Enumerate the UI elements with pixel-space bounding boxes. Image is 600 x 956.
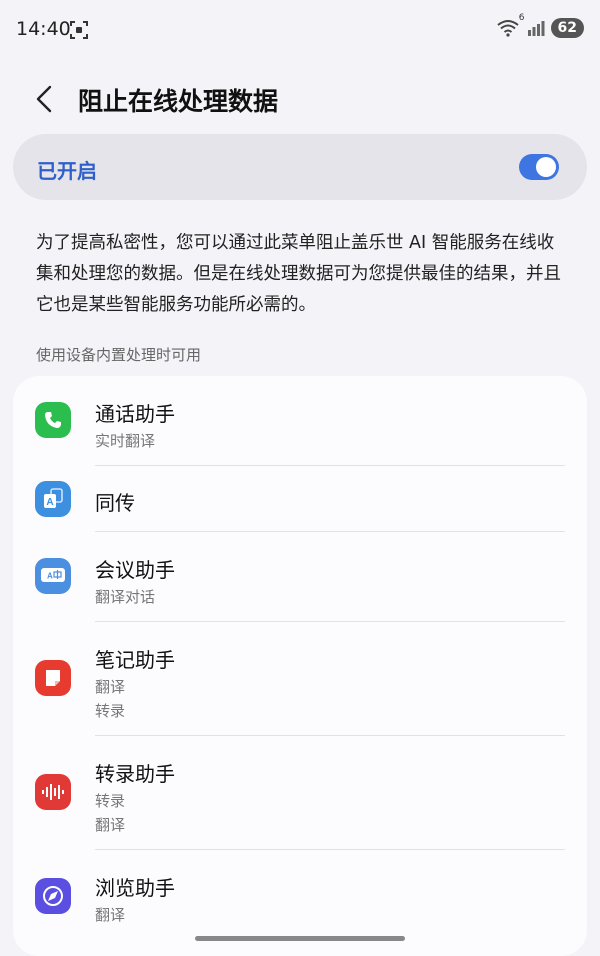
signal-icon [527,21,545,36]
back-button[interactable] [30,84,60,114]
item-title: 同传 [95,491,135,515]
list-item-transcript-assist[interactable]: 转录助手 转录 翻译 [13,736,587,850]
home-indicator[interactable] [195,936,405,941]
section-label: 使用设备内置处理时可用 [36,346,202,364]
list-item-interpreter[interactable]: A 同传 [13,466,587,532]
list-item-meeting-assist[interactable]: A 会议助手 翻译对话 [13,532,587,622]
master-switch-label: 已开启 [37,159,97,183]
master-switch-row[interactable]: 已开启 [13,134,587,200]
page-title: 阻止在线处理数据 [78,87,279,116]
item-subtitle: 翻译 [95,678,126,696]
status-time: 14:40 [16,18,71,40]
notes-icon [35,660,71,696]
description-text: 为了提高私密性，您可以通过此菜单阻止盖乐世 AI 智能服务在线收集和处理您的数据… [36,233,561,315]
status-bar: 14:40 6 62 [0,0,600,60]
apps-list: 通话助手 实时翻译 A 同传 A 会议助手 翻译对话 笔记助手 翻译 转录 转录… [13,376,587,956]
item-subtitle: 实时翻译 [95,432,156,450]
translate-icon: A [35,558,71,594]
list-item-browsing-assist[interactable]: 浏览助手 翻译 [13,850,587,950]
screenshot-icon [70,21,88,39]
item-title: 转录助手 [95,762,175,786]
wifi-badge: 6 [518,13,525,23]
wifi-icon: 6 [496,13,525,37]
item-subtitle: 翻译对话 [95,588,156,606]
item-subtitle: 翻译 [95,906,126,924]
list-item-notes-assist[interactable]: 笔记助手 翻译 转录 [13,622,587,736]
item-title: 通话助手 [95,402,175,426]
item-subtitle: 转录 [95,702,126,720]
battery-indicator: 62 [550,18,584,38]
item-title: 笔记助手 [95,648,175,672]
item-title: 会议助手 [95,558,175,582]
list-item-call-assist[interactable]: 通话助手 实时翻译 [13,376,587,466]
item-subtitle: 转录 [95,792,126,810]
item-title: 浏览助手 [95,876,175,900]
interpreter-icon: A [35,481,71,517]
phone-icon [35,402,71,438]
voice-recorder-icon [35,774,71,810]
master-toggle[interactable] [519,154,559,180]
browser-icon [35,878,71,914]
toggle-knob [536,157,556,177]
svg-text:A: A [46,497,53,508]
status-icons: 6 62 [496,13,584,38]
item-subtitle: 翻译 [95,816,126,834]
header: 阻止在线处理数据 [0,70,600,130]
svg-text:A: A [47,572,53,581]
